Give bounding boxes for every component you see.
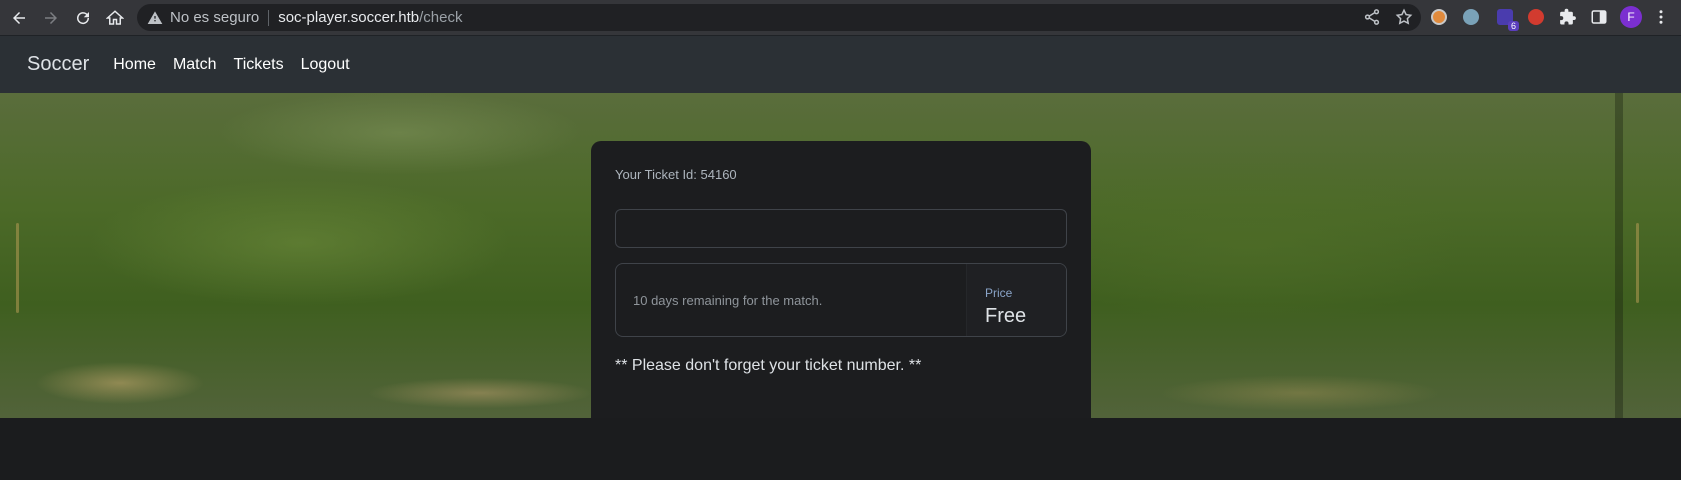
- extensions-icon[interactable]: [1557, 6, 1579, 28]
- ticket-check-card: Your Ticket Id: 54160 10 days remaining …: [591, 141, 1091, 418]
- address-bar[interactable]: No es seguro soc-player.soccer.htb/check: [137, 4, 1421, 31]
- match-info-box: 10 days remaining for the match. Price F…: [615, 263, 1067, 337]
- nav-link-match[interactable]: Match: [173, 56, 217, 74]
- ticket-id-label: Your Ticket Id: 54160: [615, 167, 737, 182]
- brand-link[interactable]: Soccer: [27, 53, 89, 76]
- back-button[interactable]: [4, 3, 34, 33]
- nav-link-tickets[interactable]: Tickets: [234, 56, 284, 74]
- price-value: Free: [985, 305, 1027, 327]
- forward-button[interactable]: [36, 3, 66, 33]
- reload-button[interactable]: [68, 3, 98, 33]
- extension-santa-icon[interactable]: [1525, 6, 1547, 28]
- extension-puzzle-badge-icon[interactable]: 6: [1494, 6, 1519, 31]
- arrow-left-icon: [13, 11, 25, 24]
- side-panel-icon[interactable]: [1588, 6, 1610, 28]
- site-navbar: Soccer Home Match Tickets Logout: [0, 35, 1681, 93]
- profile-avatar[interactable]: F: [1620, 6, 1642, 28]
- price-panel: Price Free: [966, 264, 1066, 336]
- share-icon[interactable]: [1363, 8, 1381, 26]
- star-icon[interactable]: [1395, 8, 1413, 26]
- grass-blade: [1636, 223, 1639, 303]
- menu-dots-icon[interactable]: [1650, 6, 1672, 28]
- grass-blade: [16, 223, 19, 313]
- nav-link-logout[interactable]: Logout: [301, 56, 350, 74]
- extension-ball-icon[interactable]: [1428, 6, 1450, 28]
- url-host: soc-player.soccer.htb: [278, 9, 420, 26]
- warning-icon: [147, 10, 163, 24]
- url-path: /check: [419, 9, 463, 26]
- home-button[interactable]: [100, 3, 130, 33]
- ticket-number-input[interactable]: [615, 209, 1067, 248]
- image-seam: [1615, 93, 1623, 418]
- security-label[interactable]: No es seguro: [170, 9, 259, 26]
- reload-icon: [77, 11, 90, 24]
- ticket-reminder-note: ** Please don't forget your ticket numbe…: [615, 357, 922, 374]
- address-divider: [268, 9, 270, 26]
- remaining-days-text: 10 days remaining for the match.: [633, 292, 823, 308]
- nav-link-home[interactable]: Home: [113, 56, 156, 74]
- extension-badge: 6: [1507, 21, 1519, 31]
- arrow-right-icon: [45, 11, 57, 24]
- price-label: Price: [985, 286, 1013, 300]
- extension-glasses-icon[interactable]: [1460, 6, 1482, 28]
- home-icon: [106, 9, 124, 25]
- browser-toolbar: No es seguro soc-player.soccer.htb/check…: [0, 0, 1681, 35]
